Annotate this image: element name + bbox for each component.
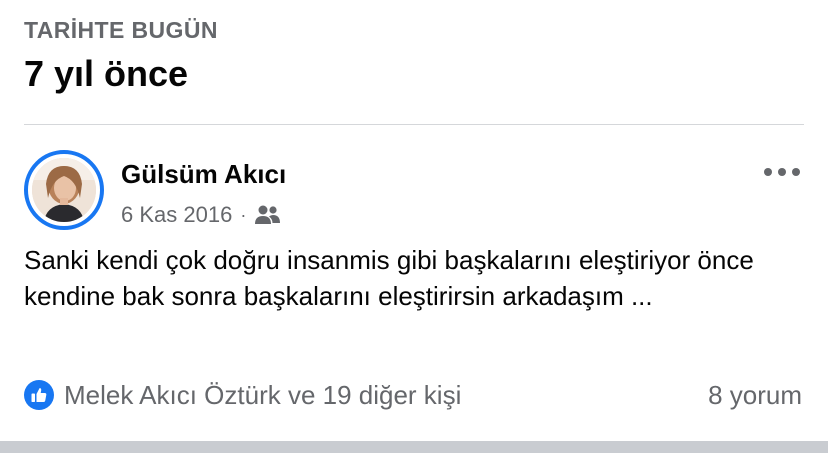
friends-icon[interactable] <box>254 204 282 226</box>
memory-card: TARİHTE BUGÜN 7 yıl önce Gülsüm Akıcı 6 … <box>0 0 828 453</box>
like-icon <box>24 380 54 410</box>
post-meta: 6 Kas 2016 · <box>121 200 282 230</box>
dot-icon <box>764 168 772 176</box>
memory-kicker: TARİHTE BUGÜN <box>24 17 218 43</box>
meta-separator: · <box>240 205 247 225</box>
memory-title: 7 yıl önce <box>24 53 189 94</box>
comments-count[interactable]: 8 yorum <box>708 377 802 413</box>
reactions-text: Melek Akıcı Öztürk ve 19 diğer kişi <box>64 380 462 410</box>
avatar[interactable] <box>24 150 104 230</box>
post-date[interactable]: 6 Kas 2016 <box>121 200 232 230</box>
memory-header: TARİHTE BUGÜN 7 yıl önce <box>24 16 218 96</box>
post-text[interactable]: Sanki kendi çok doğru insanmis gibi başk… <box>24 242 814 314</box>
divider <box>24 124 804 125</box>
more-options-button[interactable] <box>760 160 804 184</box>
post-author[interactable]: Gülsüm Akıcı <box>121 156 286 192</box>
reactions-summary[interactable]: Melek Akıcı Öztürk ve 19 diğer kişi <box>24 377 461 413</box>
section-separator <box>0 441 828 453</box>
dot-icon <box>778 168 786 176</box>
avatar-photo <box>32 158 96 222</box>
dot-icon <box>792 168 800 176</box>
